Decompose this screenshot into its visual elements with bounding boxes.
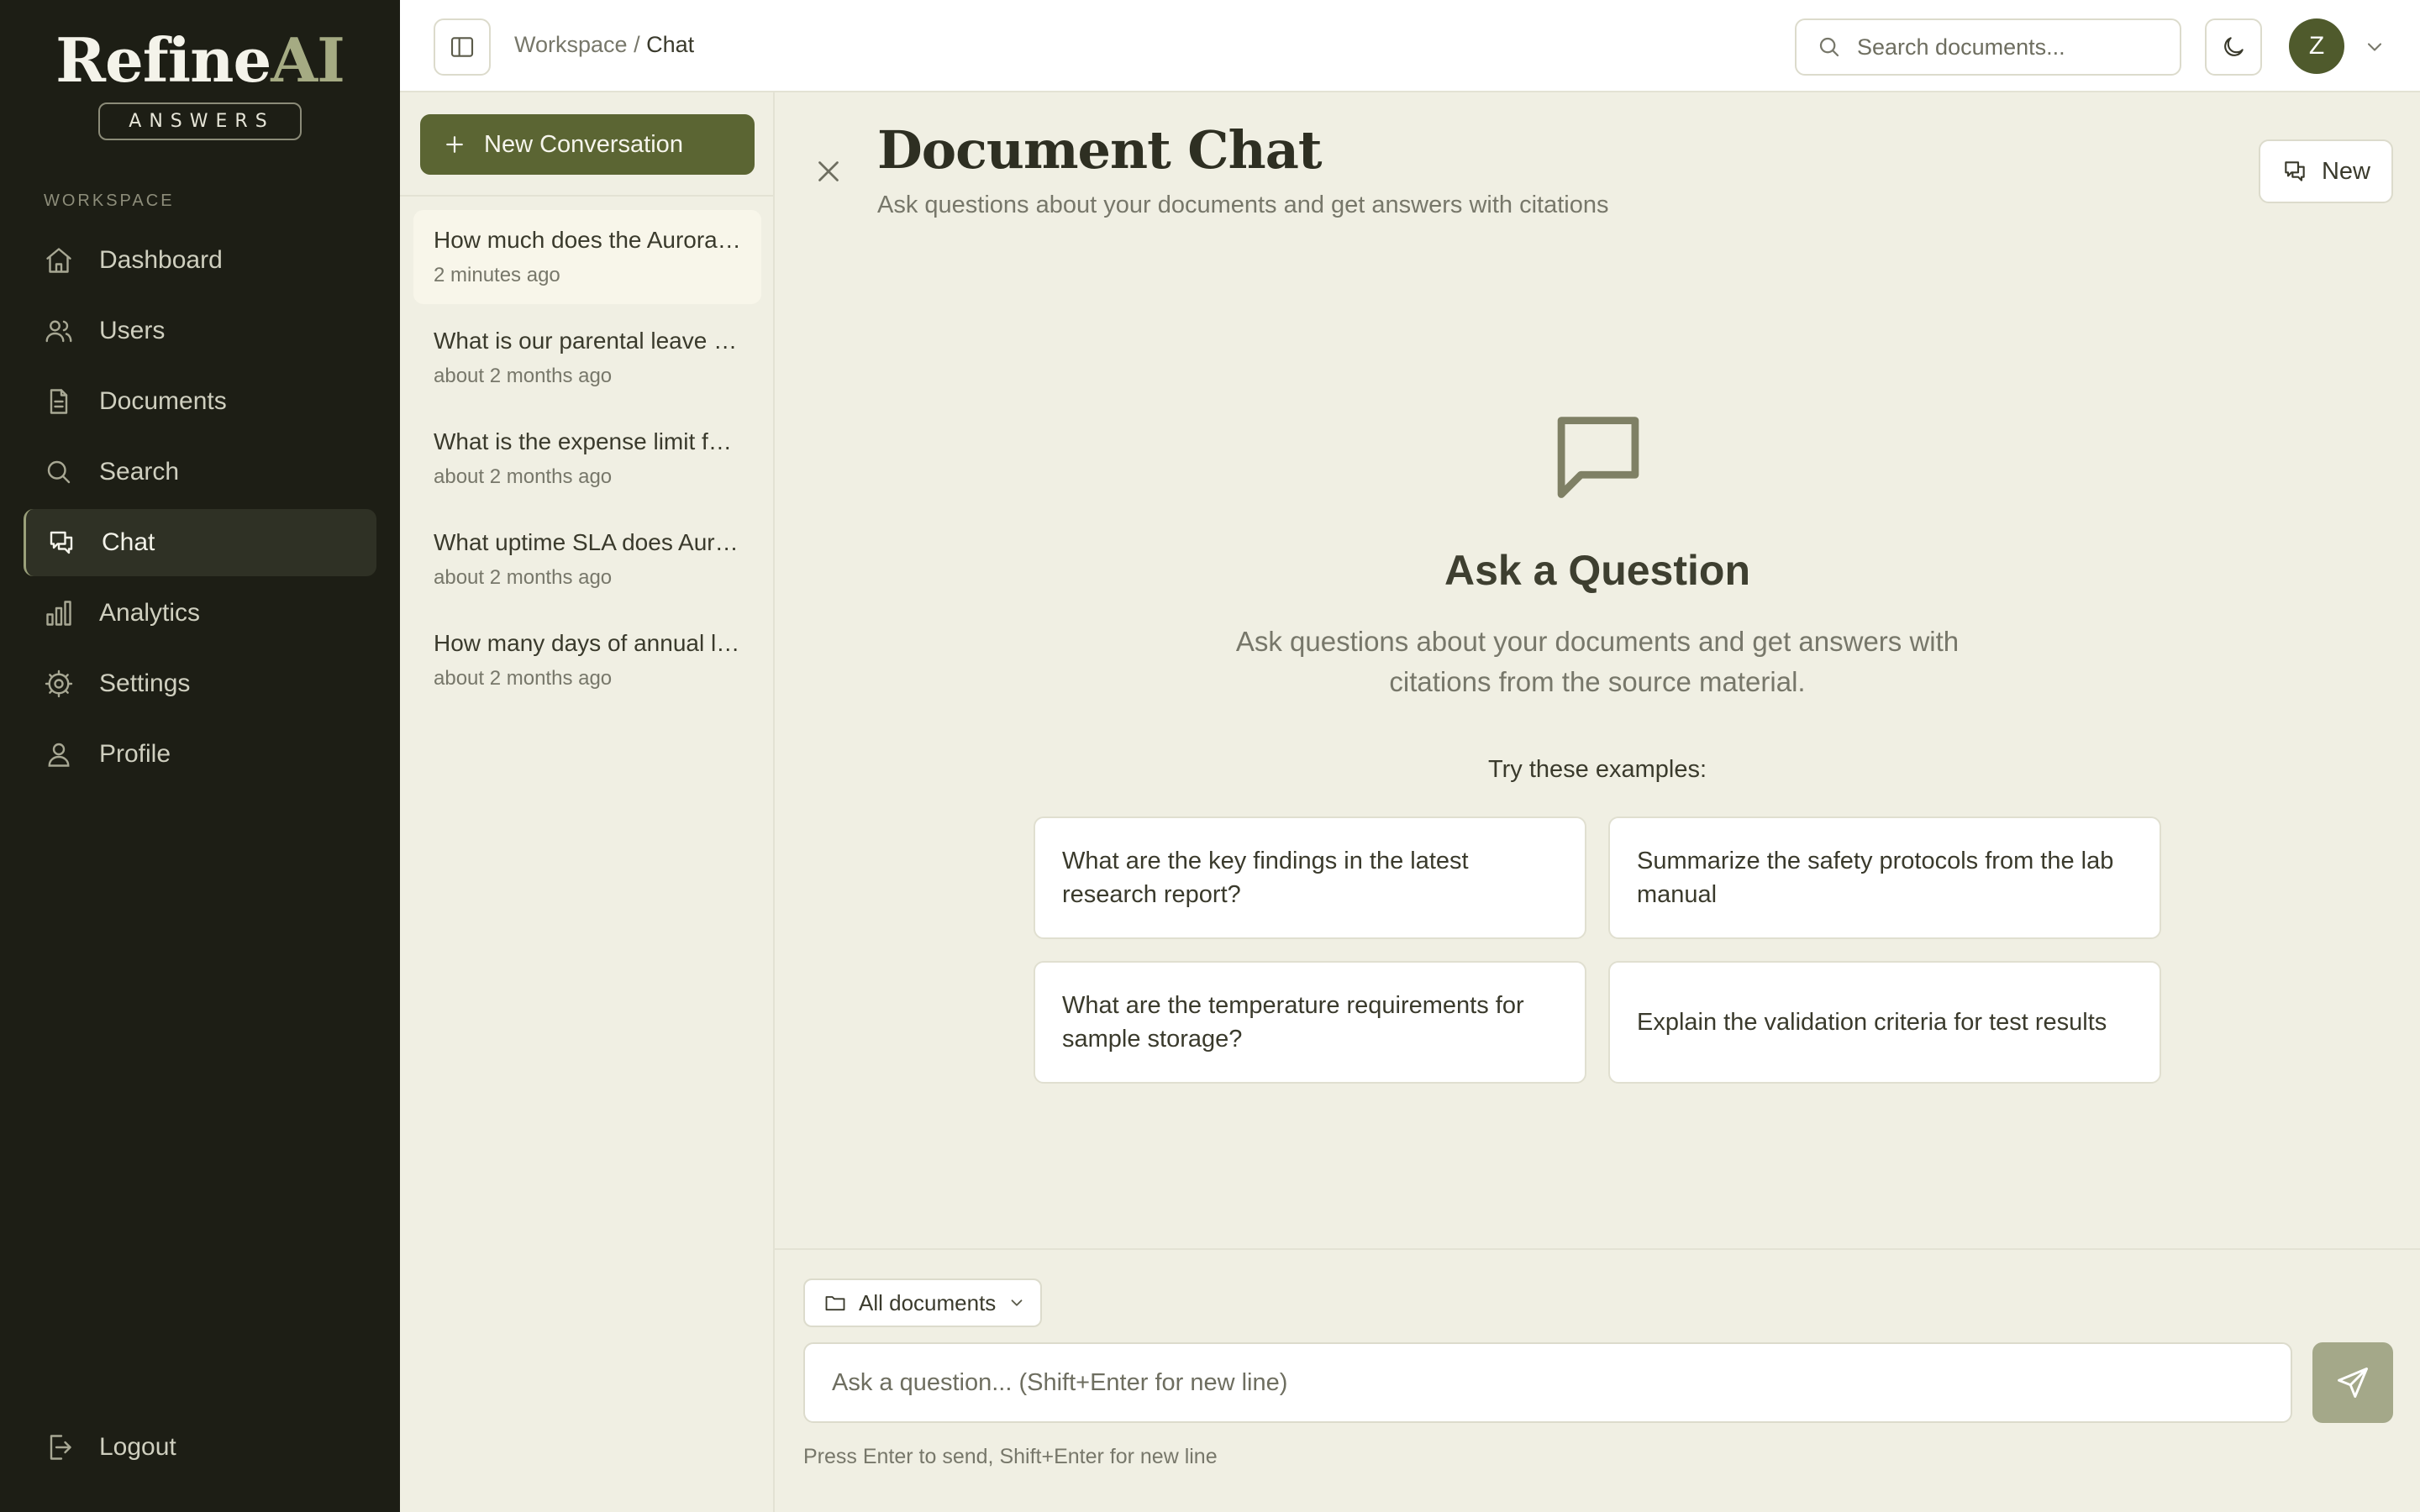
plus-icon xyxy=(446,136,463,153)
empty-state-title: Ask a Question xyxy=(1444,547,1750,594)
logo-main-text: Refine xyxy=(55,24,271,96)
conversation-item[interactable]: How many days of annual leave do we get?… xyxy=(413,613,761,707)
top-bar: Workspace / Chat Z xyxy=(400,0,2420,92)
conversation-title: How much does the Aurora Cloud Platform … xyxy=(434,227,744,253)
sidebar-item-settings[interactable]: Settings xyxy=(24,650,376,717)
sidebar-item-search[interactable]: Search xyxy=(24,438,376,506)
document-filter-dropdown[interactable]: All documents xyxy=(803,1278,1042,1327)
logo-accent-text: AI xyxy=(271,24,345,96)
sidebar-item-analytics[interactable]: Analytics xyxy=(24,580,376,647)
gear-icon xyxy=(45,669,73,698)
breadcrumb: Workspace / Chat xyxy=(514,32,694,58)
sidebar-item-label: Analytics xyxy=(99,599,201,627)
conversation-title: What uptime SLA does Aurora offer? xyxy=(434,529,744,555)
question-input[interactable] xyxy=(803,1342,2292,1423)
conversation-time: 2 minutes ago xyxy=(434,264,560,286)
close-icon[interactable] xyxy=(813,156,844,186)
conversation-item[interactable]: What uptime SLA does Aurora offer? about… xyxy=(413,512,761,606)
logo-subtitle: ANSWERS xyxy=(98,102,302,140)
sidebar-item-profile[interactable]: Profile xyxy=(24,721,376,788)
conversation-item[interactable]: How much does the Aurora Cloud Platform … xyxy=(413,210,761,304)
chat-icon xyxy=(2285,161,2305,181)
sidebar-item-label: Profile xyxy=(99,740,171,768)
search-input[interactable] xyxy=(1857,34,2160,60)
search-icon xyxy=(1819,37,1839,57)
sidebar-item-documents[interactable]: Documents xyxy=(24,368,376,435)
message-square-icon xyxy=(1557,417,1639,498)
logout-label: Logout xyxy=(99,1433,176,1461)
conversation-time: about 2 months ago xyxy=(434,566,613,589)
theme-toggle-button[interactable] xyxy=(2205,18,2262,76)
example-prompt-card[interactable]: Summarize the safety protocols from the … xyxy=(1608,816,2161,939)
conversation-title: What is the expense limit for travel? xyxy=(434,428,744,454)
sidebar-item-label: Documents xyxy=(99,387,227,415)
new-conversation-button[interactable]: New Conversation xyxy=(420,114,755,175)
sidebar-item-label: Settings xyxy=(99,669,191,697)
search-icon xyxy=(47,460,71,484)
breadcrumb-root[interactable]: Workspace xyxy=(514,32,628,57)
send-button[interactable] xyxy=(2312,1342,2393,1423)
folder-icon xyxy=(825,1296,845,1311)
page-title: Document Chat xyxy=(877,119,1323,181)
input-hint: Press Enter to send, Shift+Enter for new… xyxy=(803,1445,1218,1468)
logout-icon xyxy=(50,1435,71,1460)
new-chat-button[interactable]: New xyxy=(2259,139,2393,203)
toggle-panel-button[interactable] xyxy=(434,18,491,76)
conversation-title: What is our parental leave policy? xyxy=(434,328,744,354)
conversation-time: about 2 months ago xyxy=(434,667,613,690)
bar-chart-icon xyxy=(46,601,71,626)
home-icon xyxy=(46,248,71,273)
workspace-section-label: WORKSPACE xyxy=(44,192,175,210)
panel-layout-icon xyxy=(450,37,474,57)
sidebar: RefineAI ANSWERS WORKSPACE Dashboard Use… xyxy=(0,0,400,1512)
breadcrumb-current: Chat xyxy=(646,32,695,57)
chat-input-area: All documents Press Enter to send, Shift… xyxy=(775,1248,2420,1512)
sidebar-item-label: Dashboard xyxy=(99,246,223,274)
document-filter-value: All documents xyxy=(859,1289,997,1315)
example-prompt-card[interactable]: Explain the validation criteria for test… xyxy=(1608,961,2161,1084)
chat-icon xyxy=(50,531,73,554)
users-icon xyxy=(45,320,72,343)
conversation-time: about 2 months ago xyxy=(434,365,613,387)
sidebar-item-label: Users xyxy=(99,317,166,344)
page-subtitle: Ask questions about your documents and g… xyxy=(877,192,1609,218)
sidebar-item-users[interactable]: Users xyxy=(24,297,376,365)
conversation-title: How many days of annual leave do we get? xyxy=(434,630,744,656)
chevron-down-icon[interactable] xyxy=(2363,35,2386,59)
logout-button[interactable]: Logout xyxy=(24,1414,376,1481)
document-icon xyxy=(50,389,68,414)
example-prompt-card[interactable]: What are the key findings in the latest … xyxy=(1034,816,1586,939)
conversation-time: about 2 months ago xyxy=(434,465,613,488)
examples-label: Try these examples: xyxy=(1487,756,1707,783)
new-conversation-label: New Conversation xyxy=(484,130,683,158)
logo[interactable]: RefineAI ANSWERS xyxy=(0,30,400,140)
logo-wordmark: RefineAI xyxy=(0,30,400,91)
avatar[interactable]: Z xyxy=(2289,18,2344,74)
breadcrumb-separator: / xyxy=(634,32,640,57)
send-icon xyxy=(2338,1368,2368,1398)
search-box[interactable] xyxy=(1795,18,2181,76)
sidebar-item-chat[interactable]: Chat xyxy=(24,509,376,576)
new-chat-label: New xyxy=(2321,157,2370,185)
divider xyxy=(400,195,773,197)
conversation-item[interactable]: What is the expense limit for travel? ab… xyxy=(413,412,761,506)
conversation-list-panel: New Conversation How much does the Auror… xyxy=(400,92,775,1512)
moon-icon xyxy=(2224,37,2244,56)
sidebar-item-dashboard[interactable]: Dashboard xyxy=(24,227,376,294)
sidebar-item-label: Chat xyxy=(102,528,155,556)
example-prompt-card[interactable]: What are the temperature requirements fo… xyxy=(1034,961,1586,1084)
sidebar-item-label: Search xyxy=(99,458,180,486)
user-icon xyxy=(48,743,70,767)
conversation-item[interactable]: What is our parental leave policy? about… xyxy=(413,311,761,405)
empty-state-description: Ask questions about your documents and g… xyxy=(1235,626,1960,697)
chevron-down-icon xyxy=(1011,1299,1023,1306)
